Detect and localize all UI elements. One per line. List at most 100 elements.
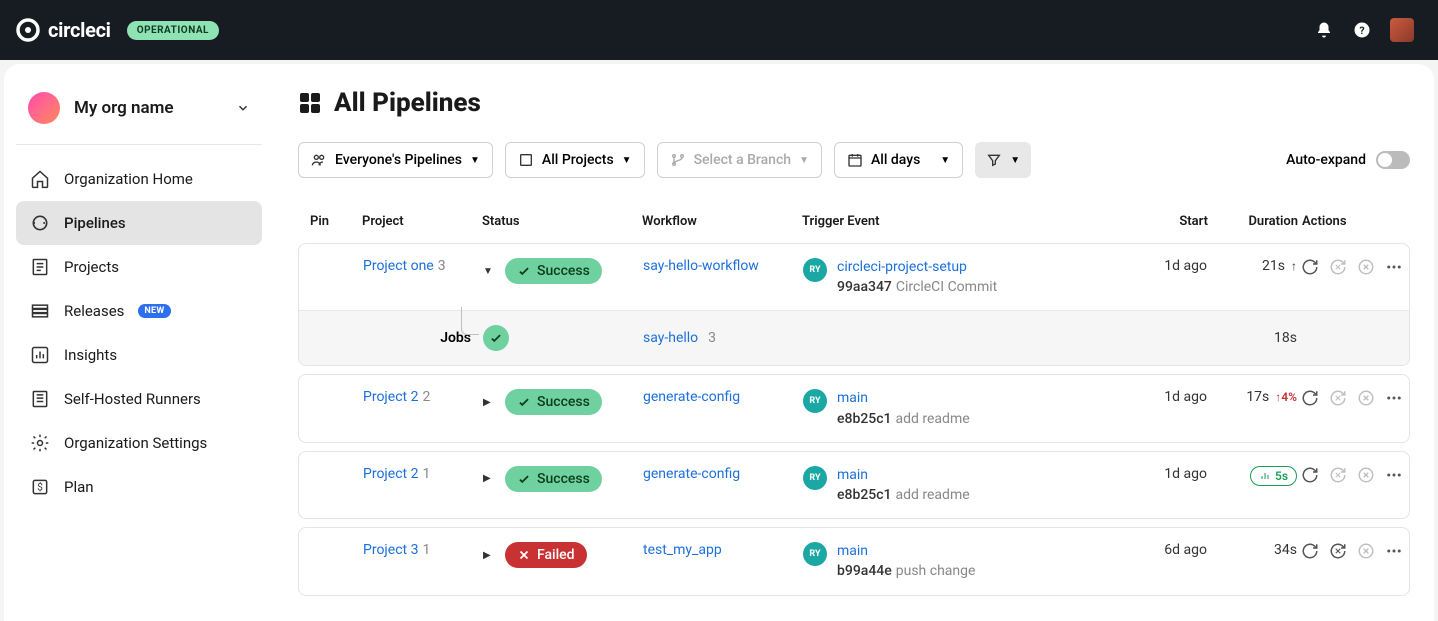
help-icon[interactable]: ? xyxy=(1352,20,1372,40)
chevron-down-icon xyxy=(236,101,250,115)
branch-link[interactable]: main xyxy=(837,389,970,407)
run-number: 2 xyxy=(422,389,430,405)
sidebar-item-org-settings[interactable]: Organization Settings xyxy=(16,421,262,465)
cell-actions xyxy=(1297,466,1397,484)
cancel-icon[interactable] xyxy=(1357,389,1375,407)
pipelines-icon xyxy=(30,213,50,233)
sidebar-item-pipelines[interactable]: Pipelines xyxy=(16,201,262,245)
filter-days-label: All days xyxy=(871,152,920,168)
auto-expand-toggle[interactable] xyxy=(1376,151,1410,169)
job-link[interactable]: say-hello xyxy=(643,330,698,346)
rerun-icon[interactable] xyxy=(1301,258,1319,276)
filter-days[interactable]: All days ▼ xyxy=(834,142,963,178)
rerun-failed-icon[interactable] xyxy=(1329,389,1347,407)
workflow-link[interactable]: test_my_app xyxy=(643,542,722,558)
cell-actions xyxy=(1297,542,1397,560)
rerun-failed-icon[interactable] xyxy=(1329,466,1347,484)
notifications-icon[interactable] xyxy=(1314,20,1334,40)
more-icon[interactable] xyxy=(1385,258,1403,276)
cell-workflow: test_my_app xyxy=(643,542,803,558)
start-time: 6d ago xyxy=(1164,542,1207,558)
rerun-icon[interactable] xyxy=(1301,542,1319,560)
trigger-avatar[interactable]: RY xyxy=(803,466,827,490)
sidebar-item-insights[interactable]: Insights xyxy=(16,333,262,377)
expand-caret-icon[interactable]: ▶ xyxy=(483,397,497,408)
sidebar-item-org-home[interactable]: Organization Home xyxy=(16,157,262,201)
cancel-icon[interactable] xyxy=(1357,542,1375,560)
status-text: Failed xyxy=(537,547,575,563)
sidebar-item-releases[interactable]: Releases NEW xyxy=(16,289,262,333)
filter-bar: Everyone's Pipelines ▼ All Projects ▼ Se… xyxy=(298,142,1410,178)
caret-down-icon: ▼ xyxy=(1010,155,1020,166)
insight-pill[interactable]: 5s xyxy=(1250,466,1297,486)
cell-project: Project 31 xyxy=(363,542,483,558)
filter-advanced[interactable]: ▼ xyxy=(975,142,1031,178)
rerun-icon[interactable] xyxy=(1301,389,1319,407)
people-icon xyxy=(311,152,327,168)
job-number: 3 xyxy=(708,330,716,346)
filter-projects[interactable]: All Projects ▼ xyxy=(505,142,645,178)
cell-duration: 17s ↑4% xyxy=(1207,389,1297,405)
expand-caret-icon[interactable]: ▶ xyxy=(483,550,497,561)
filter-scope-label: Everyone's Pipelines xyxy=(335,152,462,168)
cancel-icon[interactable] xyxy=(1357,258,1375,276)
branch-link[interactable]: main xyxy=(837,466,970,484)
sidebar-item-runners[interactable]: Self-Hosted Runners xyxy=(16,377,262,421)
th-start: Start xyxy=(1102,214,1208,229)
cell-actions xyxy=(1297,389,1397,407)
pipeline-card: Project one 3 ▼ Success say-hello-workflo… xyxy=(298,243,1410,366)
project-link[interactable]: Project one xyxy=(363,258,434,274)
trigger-avatar[interactable]: RY xyxy=(803,542,827,566)
project-link[interactable]: Project 2 xyxy=(363,466,418,482)
project-link[interactable]: Project 2 xyxy=(363,389,418,405)
status-pill-success[interactable]: Success xyxy=(505,258,602,284)
workflow-link[interactable]: generate-config xyxy=(643,389,740,405)
status-pill-failed[interactable]: Failed xyxy=(505,542,587,568)
filter-branch[interactable]: Select a Branch ▼ xyxy=(657,142,822,178)
rerun-failed-icon[interactable] xyxy=(1329,258,1347,276)
user-avatar[interactable] xyxy=(1390,18,1414,42)
collapse-caret-icon[interactable]: ▼ xyxy=(483,266,497,277)
sidebar-item-label: Pipelines xyxy=(64,214,126,232)
status-pill-success[interactable]: Success xyxy=(505,466,602,492)
filter-branch-label: Select a Branch xyxy=(694,152,792,168)
commit-hash[interactable]: 99aa347 xyxy=(837,279,892,295)
commit-message: add readme xyxy=(896,487,970,503)
workflow-link[interactable]: generate-config xyxy=(643,466,740,482)
cancel-icon[interactable] xyxy=(1357,466,1375,484)
check-icon xyxy=(517,264,531,278)
org-selector[interactable]: My org name xyxy=(16,84,262,145)
commit-hash[interactable]: b99a44e xyxy=(837,563,892,579)
sidebar-item-label: Organization Home xyxy=(64,170,193,188)
filter-scope[interactable]: Everyone's Pipelines ▼ xyxy=(298,142,493,178)
commit-hash[interactable]: e8b25c1 xyxy=(837,487,892,503)
caret-down-icon: ▼ xyxy=(799,155,809,166)
sidebar-item-plan[interactable]: $ Plan xyxy=(16,465,262,509)
more-icon[interactable] xyxy=(1385,466,1403,484)
expand-caret-icon[interactable]: ▶ xyxy=(483,473,497,484)
workflow-link[interactable]: say-hello-workflow xyxy=(643,258,759,274)
more-icon[interactable] xyxy=(1385,542,1403,560)
more-icon[interactable] xyxy=(1385,389,1403,407)
branch-link[interactable]: main xyxy=(837,542,975,560)
brand-logo[interactable]: circleci xyxy=(16,18,111,42)
rerun-failed-icon[interactable] xyxy=(1329,542,1347,560)
rerun-icon[interactable] xyxy=(1301,466,1319,484)
th-trigger: Trigger Event xyxy=(802,214,1102,229)
status-pill-success[interactable]: Success xyxy=(505,389,602,415)
th-status: Status xyxy=(482,214,642,229)
commit-hash[interactable]: e8b25c1 xyxy=(837,411,892,427)
sidebar-item-projects[interactable]: Projects xyxy=(16,245,262,289)
sidebar-item-label: Organization Settings xyxy=(64,434,207,452)
auto-expand-label: Auto-expand xyxy=(1286,152,1366,168)
run-number: 1 xyxy=(422,542,430,558)
trigger-avatar[interactable]: RY xyxy=(803,389,827,413)
th-project: Project xyxy=(362,214,482,229)
trigger-avatar[interactable]: RY xyxy=(803,258,827,282)
auto-expand-control: Auto-expand xyxy=(1286,151,1410,169)
operational-badge[interactable]: OPERATIONAL xyxy=(127,21,219,40)
branch-link[interactable]: circleci-project-setup xyxy=(837,258,997,276)
svg-text:?: ? xyxy=(1359,24,1364,37)
job-status-cell xyxy=(483,325,643,351)
project-link[interactable]: Project 3 xyxy=(363,542,418,558)
